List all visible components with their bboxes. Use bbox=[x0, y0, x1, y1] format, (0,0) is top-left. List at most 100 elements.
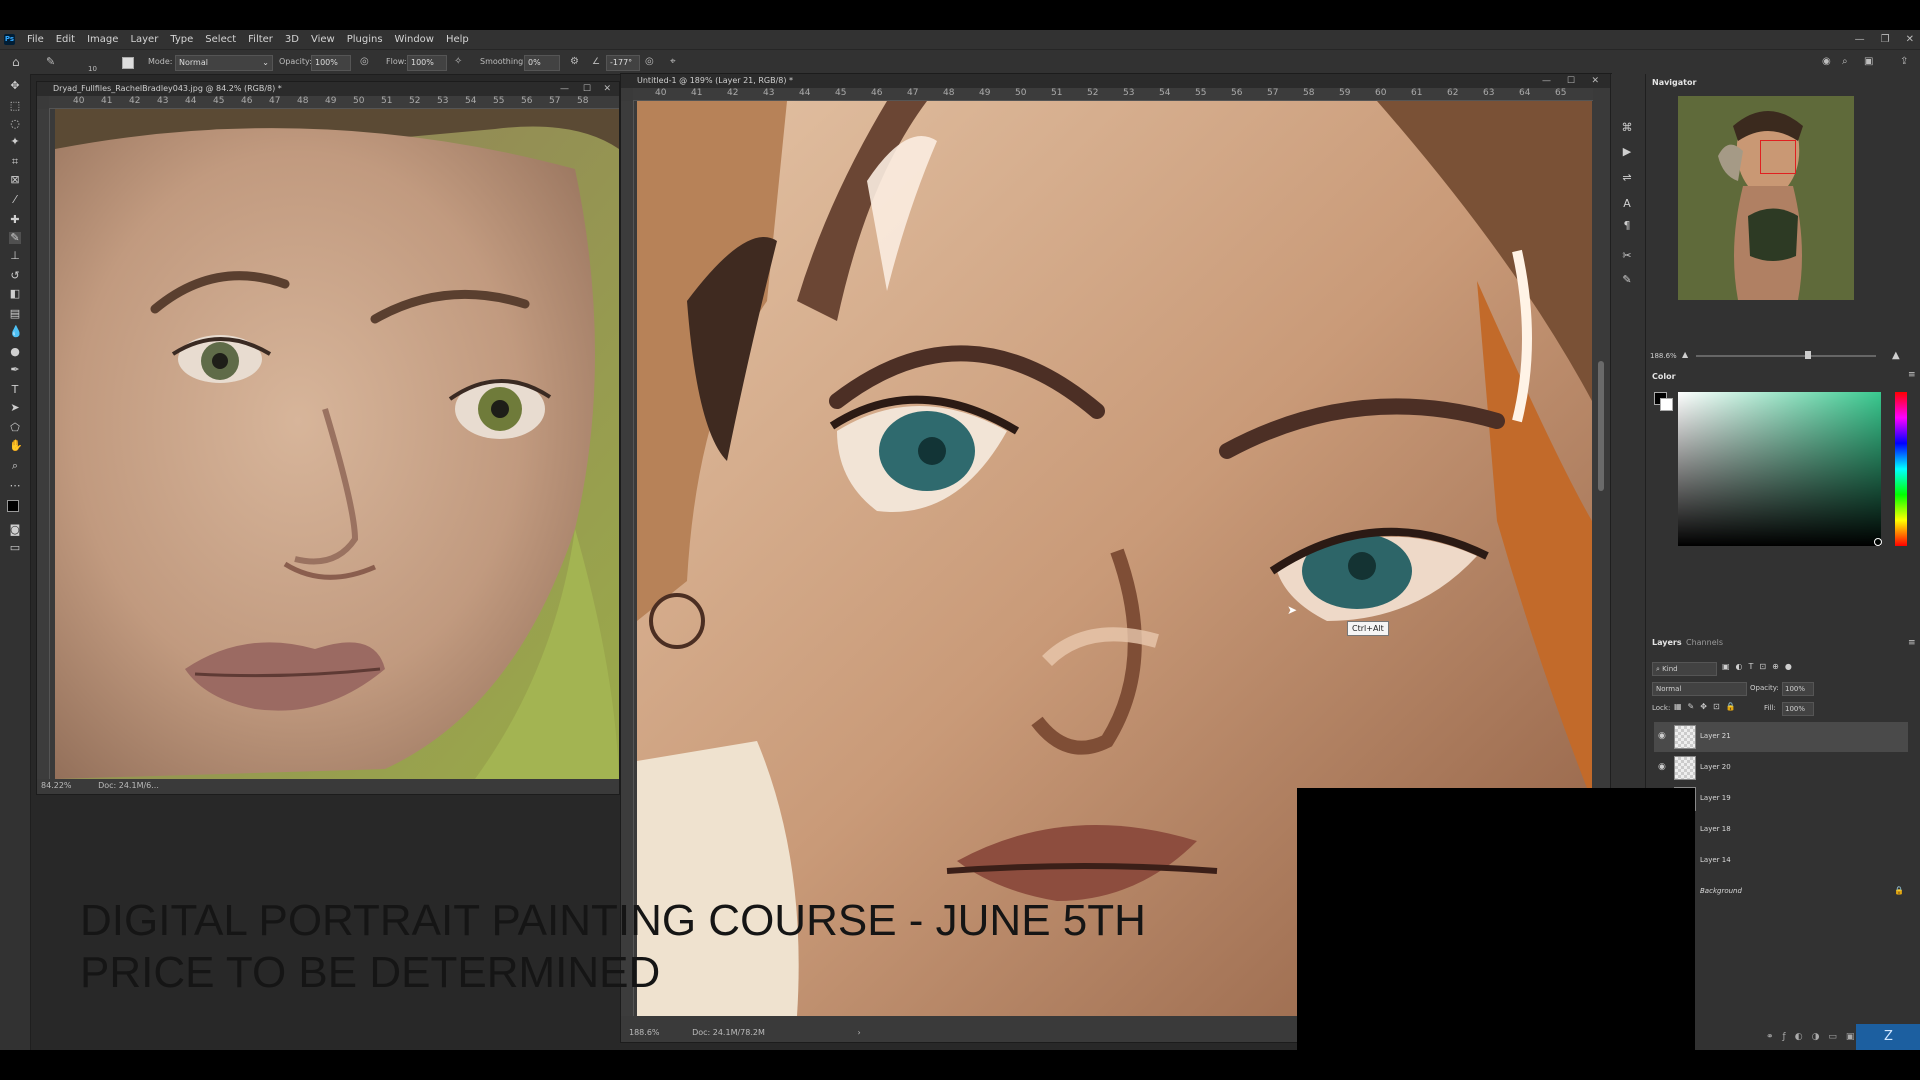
paragraph-panel-icon[interactable]: ¶ bbox=[1621, 220, 1633, 232]
menu-file[interactable]: File bbox=[21, 34, 50, 45]
menu-plugins[interactable]: Plugins bbox=[341, 34, 389, 45]
gear-icon[interactable]: ⚙ bbox=[570, 55, 579, 69]
tools-presets-icon[interactable]: ✂ bbox=[1621, 250, 1633, 262]
document-tab-painting[interactable]: Untitled-1 @ 189% (Layer 21, RGB/8) * — … bbox=[621, 74, 1611, 88]
menu-view[interactable]: View bbox=[305, 34, 341, 45]
layer-opacity-input[interactable]: 100% bbox=[1782, 682, 1814, 696]
frame-tool-icon[interactable]: ⊠ bbox=[9, 174, 21, 186]
maximize-icon[interactable]: ☐ bbox=[583, 82, 591, 96]
layer-filter-icons[interactable]: ▣◐T⊡⊕● bbox=[1722, 662, 1798, 671]
brush-size-label[interactable]: 10 bbox=[88, 62, 97, 76]
panel-menu-icon[interactable]: ≡ bbox=[1908, 638, 1916, 648]
color-picker-cursor[interactable] bbox=[1874, 538, 1882, 546]
quick-mask-icon[interactable]: ◙ bbox=[9, 524, 21, 536]
minimize-icon[interactable]: — bbox=[1855, 34, 1865, 45]
brush-settings-icon[interactable] bbox=[122, 57, 134, 69]
zoom-out-icon[interactable]: ▲ bbox=[1682, 350, 1688, 359]
opacity-input[interactable]: 100% bbox=[311, 55, 351, 71]
close-icon[interactable]: ✕ bbox=[1591, 74, 1599, 88]
navigator-view-box[interactable] bbox=[1760, 140, 1796, 174]
gradient-tool-icon[interactable]: ▤ bbox=[9, 308, 21, 320]
blend-mode-select[interactable]: Normal bbox=[1652, 682, 1747, 696]
healing-brush-tool-icon[interactable]: ✚ bbox=[9, 214, 21, 226]
brushes-panel-icon[interactable]: ✎ bbox=[1621, 274, 1633, 286]
menu-type[interactable]: Type bbox=[164, 34, 199, 45]
fill-input[interactable]: 100% bbox=[1782, 702, 1814, 716]
move-tool-icon[interactable]: ✥ bbox=[9, 80, 21, 92]
panel-menu-icon[interactable]: ≡ bbox=[1908, 370, 1916, 380]
quick-select-tool-icon[interactable]: ✦ bbox=[9, 136, 21, 148]
clone-stamp-tool-icon[interactable]: ⊥ bbox=[9, 250, 21, 262]
smoothing-input[interactable]: 0% bbox=[524, 55, 560, 71]
eye-icon[interactable]: ◉ bbox=[1658, 762, 1668, 772]
type-tool-icon[interactable]: T bbox=[9, 384, 21, 396]
dodge-tool-icon[interactable]: ● bbox=[9, 346, 21, 358]
brush-tool-preset-icon[interactable]: ✎ bbox=[46, 55, 55, 69]
home-icon[interactable]: ⌂ bbox=[12, 55, 20, 69]
screen-mode-icon[interactable]: ▭ bbox=[9, 542, 21, 554]
menu-select[interactable]: Select bbox=[199, 34, 242, 45]
actions-panel-icon[interactable]: ▶ bbox=[1621, 146, 1633, 158]
navigator-tab[interactable]: Navigator bbox=[1652, 78, 1696, 87]
blur-tool-icon[interactable]: 💧 bbox=[9, 326, 23, 338]
hue-slider[interactable] bbox=[1895, 392, 1907, 546]
mode-select[interactable]: Normal ⌄ bbox=[175, 55, 273, 71]
share-icon[interactable]: ◉ bbox=[1822, 55, 1831, 69]
navigator-zoom-slider[interactable] bbox=[1696, 351, 1876, 359]
menu-help[interactable]: Help bbox=[440, 34, 475, 45]
minimize-icon[interactable]: — bbox=[560, 82, 569, 96]
menu-3d[interactable]: 3D bbox=[279, 34, 305, 45]
export-icon[interactable]: ⇪ bbox=[1900, 55, 1908, 69]
channels-tab[interactable]: Channels bbox=[1686, 638, 1723, 647]
airbrush-icon[interactable]: ✧ bbox=[454, 55, 462, 69]
minimize-icon[interactable]: — bbox=[1542, 74, 1551, 88]
layer-row-20[interactable]: ◉ Layer 20 bbox=[1654, 753, 1908, 783]
layer-filter-select[interactable]: ⌕ Kind bbox=[1652, 662, 1717, 676]
close-icon[interactable]: ✕ bbox=[1906, 34, 1914, 45]
foreground-color-swatch[interactable] bbox=[7, 500, 19, 512]
history-panel-icon[interactable]: ⌘ bbox=[1621, 122, 1633, 134]
document-tab-reference[interactable]: Dryad_Fullfiles_RachelBradley043.jpg @ 8… bbox=[37, 82, 619, 96]
color-tab[interactable]: Color bbox=[1652, 372, 1676, 381]
crop-tool-icon[interactable]: ⌗ bbox=[9, 156, 21, 168]
flow-input[interactable]: 100% bbox=[407, 55, 447, 71]
scrollbar-thumb[interactable] bbox=[1598, 361, 1604, 491]
more-tools-icon[interactable]: ⋯ bbox=[9, 480, 21, 492]
zoom-level-painting[interactable]: 188.6% bbox=[629, 1028, 660, 1037]
pressure-opacity-icon[interactable]: ◎ bbox=[360, 55, 369, 69]
zoom-tool-icon[interactable]: ⌕ bbox=[9, 460, 21, 472]
workspace-icon[interactable]: ▣ bbox=[1864, 55, 1873, 69]
shape-tool-icon[interactable]: ⬠ bbox=[9, 422, 21, 434]
eraser-tool-icon[interactable]: ◧ bbox=[9, 288, 21, 300]
reference-photo-canvas[interactable] bbox=[55, 109, 619, 779]
color-background-swatch[interactable] bbox=[1660, 398, 1673, 411]
menu-window[interactable]: Window bbox=[389, 34, 440, 45]
angle-input[interactable]: -177° bbox=[606, 55, 640, 71]
pen-tool-icon[interactable]: ✒ bbox=[9, 364, 21, 376]
chevron-right-icon[interactable]: › bbox=[857, 1028, 860, 1037]
eyedropper-tool-icon[interactable]: ⁄ bbox=[9, 194, 21, 206]
zoom-level-reference[interactable]: 84.22% bbox=[41, 781, 72, 790]
symmetry-icon[interactable]: ⌖ bbox=[670, 55, 676, 69]
menu-filter[interactable]: Filter bbox=[242, 34, 279, 45]
eye-icon[interactable]: ◉ bbox=[1658, 731, 1668, 741]
character-panel-icon[interactable]: A bbox=[1621, 198, 1633, 210]
brush-tool-icon[interactable]: ✎ bbox=[9, 232, 21, 244]
restore-icon[interactable]: ❐ bbox=[1881, 34, 1890, 45]
color-picker-field[interactable] bbox=[1678, 392, 1882, 546]
menu-layer[interactable]: Layer bbox=[124, 34, 164, 45]
menu-edit[interactable]: Edit bbox=[50, 34, 81, 45]
history-brush-tool-icon[interactable]: ↺ bbox=[9, 270, 21, 282]
zoom-slider-knob[interactable] bbox=[1804, 351, 1811, 359]
navigator-zoom-value[interactable]: 188.6% bbox=[1650, 352, 1677, 360]
lasso-tool-icon[interactable]: ◌ bbox=[9, 118, 21, 130]
lock-icons[interactable]: ▦✎✥⊡🔒 bbox=[1674, 702, 1742, 711]
close-icon[interactable]: ✕ bbox=[603, 82, 611, 96]
hand-tool-icon[interactable]: ✋ bbox=[9, 440, 23, 452]
zoom-in-icon[interactable]: ▲ bbox=[1892, 350, 1900, 361]
menu-image[interactable]: Image bbox=[81, 34, 124, 45]
layers-tab[interactable]: Layers bbox=[1652, 638, 1682, 647]
marquee-tool-icon[interactable]: ⬚ bbox=[9, 100, 21, 112]
pressure-size-icon[interactable]: ◎ bbox=[645, 55, 654, 69]
adjustments-panel-icon[interactable]: ⇌ bbox=[1621, 172, 1633, 184]
